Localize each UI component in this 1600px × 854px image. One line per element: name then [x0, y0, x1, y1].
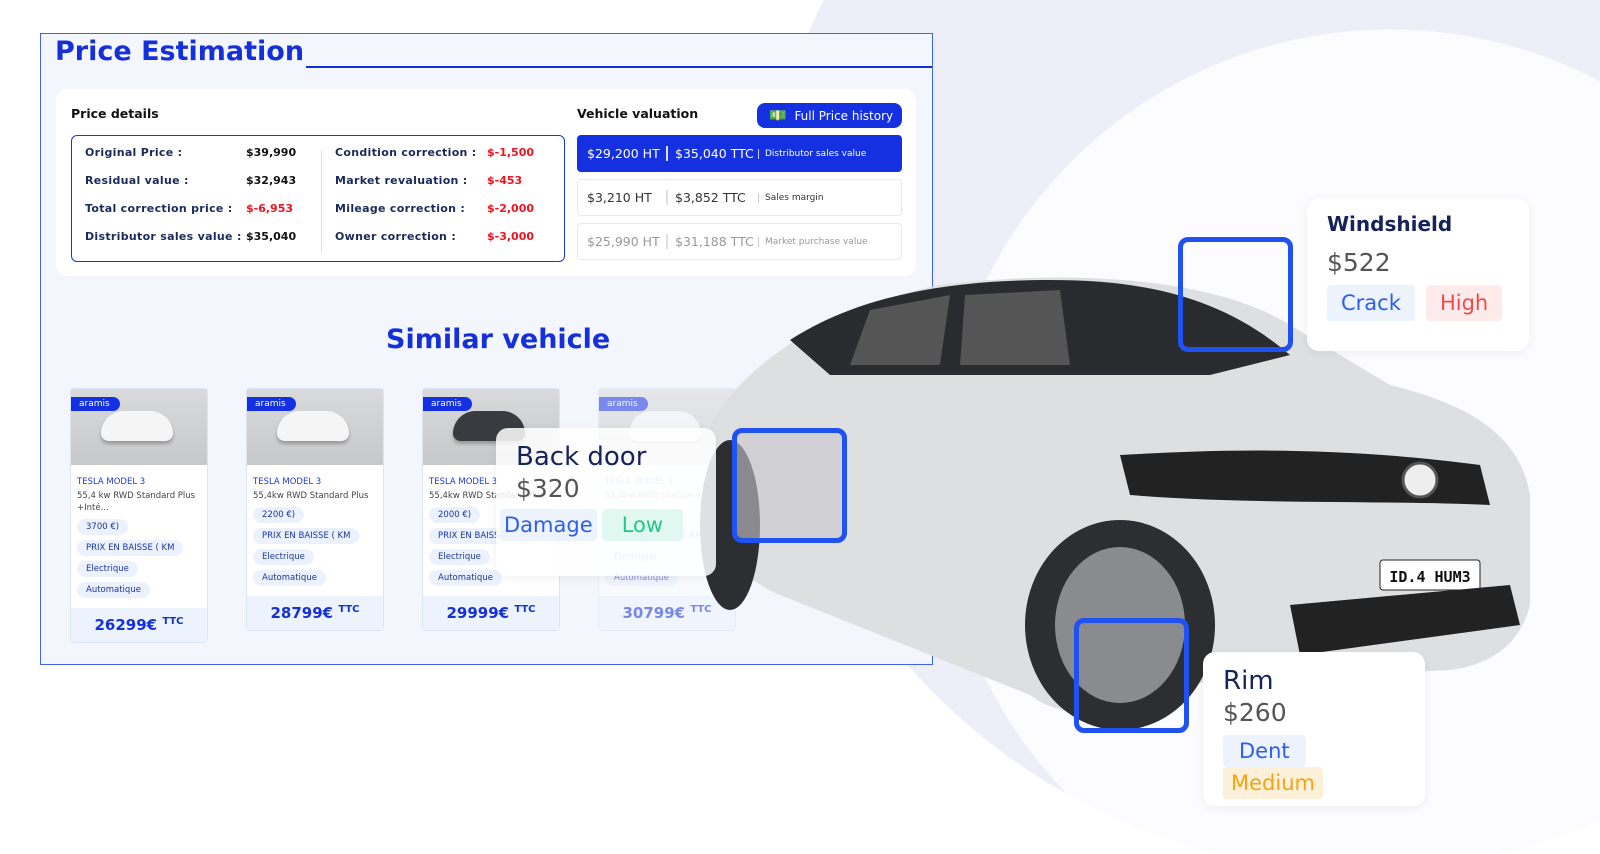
price-value: $-6,953 [246, 202, 294, 215]
ttc-value: $3,852 TTC [666, 190, 758, 205]
feature-pill: Automatique [77, 582, 150, 598]
page-title: Price Estimation [55, 36, 305, 67]
vehicle-description: 55,4kw RWD Standard Plus [253, 491, 369, 501]
damage-part: Back door [516, 442, 647, 472]
severity-chip: High [1425, 285, 1503, 321]
feature-pill: 2200 €) [253, 507, 305, 523]
correction-label: Mileage correction : [335, 202, 466, 215]
price-value: $32,943 [246, 174, 297, 187]
source-tag: aramis [599, 397, 648, 411]
damage-price: $260 [1223, 698, 1287, 727]
feature-pill: Automatique [253, 570, 326, 586]
back-door-highlight[interactable] [732, 428, 847, 543]
price-unit: TTC [338, 604, 360, 615]
vehicle-photo: aramis [247, 389, 383, 465]
damage-callout-back-door[interactable]: Back door $320 Damage Low [496, 428, 716, 576]
valuation-label: Sales margin [758, 192, 824, 203]
vehicle-valuation-title: Vehicle valuation [577, 106, 699, 121]
damage-part: Rim [1223, 666, 1274, 696]
similar-vehicle-card[interactable]: aramis TESLA MODEL 3 55,4kw RWD Standard… [246, 388, 384, 631]
price-label: Residual value : [85, 174, 189, 187]
price-label: Original Price : [85, 146, 183, 159]
correction-label: Market revaluation : [335, 174, 468, 187]
price-amount: 29999€ [446, 604, 510, 622]
damage-part: Windshield [1327, 212, 1453, 236]
ttc-value: $31,188 TTC [666, 234, 758, 249]
vehicle-photo: aramis [71, 389, 207, 465]
source-tag: aramis [423, 397, 472, 411]
vehicle-name: TESLA MODEL 3 [253, 477, 322, 487]
similar-vehicle-card[interactable]: aramis TESLA MODEL 3 55,4 kw RWD Standar… [70, 388, 208, 643]
ht-value: $29,200 HT [587, 146, 660, 161]
damage-price: $522 [1327, 248, 1391, 277]
correction-value: $-3,000 [487, 230, 535, 243]
price-unit: TTC [162, 616, 184, 627]
price-value: $35,040 [246, 230, 297, 243]
price-amount: 28799€ [270, 604, 334, 622]
vehicle-price: 28799€ TTC [247, 596, 383, 630]
price-amount: 26299€ [94, 616, 158, 634]
feature-pill: Electrique [77, 561, 138, 577]
rim-highlight[interactable] [1074, 618, 1189, 733]
feature-pill: PRIX EN BAISSE ( KM [77, 540, 184, 556]
ttc-value: $35,040 TTC [666, 146, 758, 161]
valuation-label: Market purchase value [758, 236, 868, 247]
price-unit: TTC [514, 604, 536, 615]
vehicle-description: 55,4 kw RWD Standard Plus +Inté... [77, 491, 196, 513]
price-value: $39,990 [246, 146, 297, 159]
similar-vehicle-title: Similar vehicle [386, 324, 611, 355]
price-details-card: Price details Vehicle valuation 💵 Full P… [56, 89, 916, 276]
money-icon: 💵 [769, 107, 787, 124]
price-details-title: Price details [71, 106, 159, 121]
feature-pill: 2000 €) [429, 507, 481, 523]
source-tag: aramis [247, 397, 296, 411]
price-amount: 30799€ [622, 604, 686, 622]
price-label: Distributor sales value : [85, 230, 242, 243]
price-label: Total correction price : [85, 202, 233, 215]
correction-value: $-453 [487, 174, 523, 187]
valuation-row[interactable]: $29,200 HT $35,040 TTC Distributor sales v… [577, 135, 902, 172]
valuation-label: Distributor sales value [758, 148, 866, 159]
vehicle-price: 26299€ TTC [71, 608, 207, 642]
valuation-row[interactable]: $3,210 HT $3,852 TTC Sales margin [577, 179, 902, 216]
damage-type-chip: Damage [500, 509, 597, 541]
ht-value: $3,210 HT [587, 190, 652, 205]
correction-label: Owner correction : [335, 230, 457, 243]
severity-chip: Low [601, 509, 684, 541]
full-price-history-button[interactable]: 💵 Full Price history [757, 103, 902, 128]
valuation-row[interactable]: $25,990 HT $31,188 TTC Market purchase val… [577, 223, 902, 260]
feature-pill: Automatique [429, 570, 502, 586]
correction-label: Condition correction : [335, 146, 477, 159]
windshield-highlight[interactable] [1178, 237, 1293, 352]
title-underline [306, 66, 932, 68]
correction-value: $-1,500 [487, 146, 535, 159]
vehicle-name: TESLA MODEL 3 [77, 477, 146, 487]
damage-type-chip: Dent [1223, 735, 1306, 767]
feature-pill: PRIX EN BAISSE ( KM [253, 528, 360, 544]
feature-pill: Electrique [253, 549, 314, 565]
car-thumbnail [277, 411, 349, 441]
damage-callout-windshield[interactable]: Windshield $522 Crack High [1307, 198, 1529, 351]
plate-text: ID.4 HUM3 [1389, 568, 1470, 586]
feature-pill: Electrique [429, 549, 490, 565]
source-tag: aramis [71, 397, 120, 411]
severity-chip: Medium [1223, 767, 1323, 799]
damage-callout-rim[interactable]: Rim $260 Dent Medium [1203, 652, 1425, 806]
ht-value: $25,990 HT [587, 234, 660, 249]
car-thumbnail [101, 411, 173, 441]
damage-price: $320 [516, 474, 580, 503]
vehicle-price: 29999€ TTC [423, 596, 559, 630]
correction-value: $-2,000 [487, 202, 535, 215]
full-price-history-label: Full Price history [794, 108, 894, 123]
divider [321, 150, 322, 252]
damage-type-chip: Crack [1327, 285, 1415, 321]
feature-pill: 3700 €) [77, 519, 129, 535]
